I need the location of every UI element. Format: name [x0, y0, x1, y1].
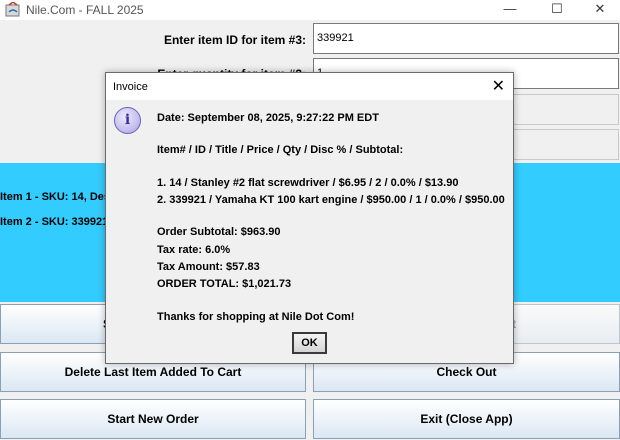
minimize-button[interactable]: —: [490, 0, 530, 20]
start-new-order-button[interactable]: Start New Order: [0, 399, 306, 439]
maximize-button[interactable]: ☐: [537, 0, 577, 20]
tax-rate: Tax rate: 6.0%: [157, 244, 231, 256]
window-title: Nile.Com - FALL 2025: [26, 3, 144, 17]
invoice-header: Item# / ID / Title / Price / Qty / Disc …: [157, 144, 404, 156]
exit-button[interactable]: Exit (Close App): [313, 399, 620, 439]
invoice-item: 2. 339921 / Yamaha KT 100 kart engine / …: [157, 194, 505, 206]
invoice-date: Date: September 08, 2025, 9:27:22 PM EDT: [157, 112, 379, 124]
ok-button[interactable]: OK: [292, 332, 327, 354]
dialog-close-button[interactable]: ✕: [492, 76, 505, 96]
item-id-label: Enter item ID for item #3:: [163, 33, 306, 47]
thanks-message: Thanks for shopping at Nile Dot Com!: [157, 311, 355, 323]
cart-line-1: Item 1 - SKU: 14, Des: [0, 191, 111, 203]
dialog-titlebar: Invoice ✕: [106, 73, 513, 100]
invoice-item: 1. 14 / Stanley #2 flat screwdriver / $6…: [157, 177, 459, 189]
order-subtotal: Order Subtotal: $963.90: [157, 226, 281, 238]
dialog-title: Invoice: [113, 81, 148, 93]
tax-amount: Tax Amount: $57.83: [157, 261, 260, 273]
invoice-dialog: Invoice ✕ i Date: September 08, 2025, 9:…: [105, 72, 514, 364]
close-window-button[interactable]: ✕: [580, 0, 620, 20]
window-titlebar: Nile.Com - FALL 2025 — ☐ ✕: [0, 0, 620, 20]
java-app-icon: [5, 2, 20, 17]
cart-line-2: Item 2 - SKU: 339921: [0, 216, 109, 228]
order-total: ORDER TOTAL: $1,021.73: [157, 278, 292, 290]
information-icon: i: [114, 107, 141, 134]
item-id-input[interactable]: 339921: [313, 23, 619, 54]
